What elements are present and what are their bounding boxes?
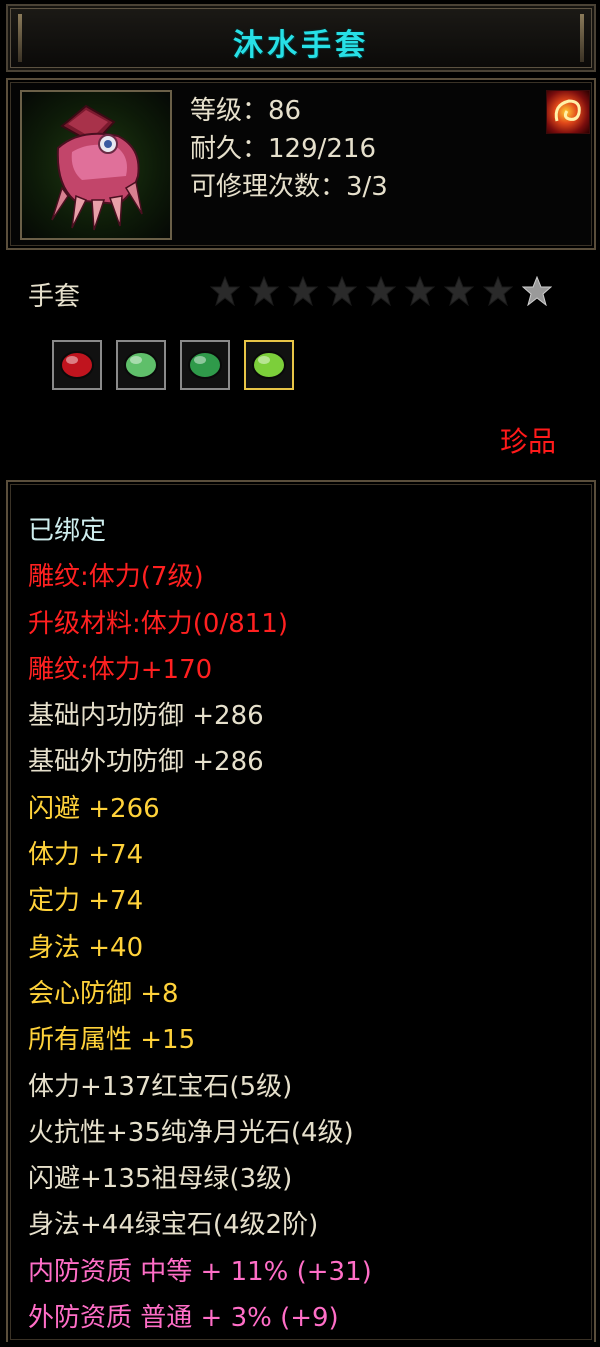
- attribute-line: 体力+137红宝石(5级): [28, 1071, 293, 1102]
- title-bar: 沐水手套: [6, 4, 596, 72]
- fire-swirl-icon: [546, 90, 590, 134]
- attribute-line: 外防资质 普通 + 3% (+9): [28, 1303, 339, 1334]
- attribute-line: 升级材料:体力(0/811): [28, 608, 288, 639]
- star-empty-icon: [327, 276, 357, 306]
- attribute-line: 身法 +40: [28, 932, 144, 963]
- attribute-line: 基础内功防御 +286: [28, 701, 264, 732]
- item-durability: 耐久：129/216: [190, 134, 377, 164]
- item-level: 等级：86: [190, 96, 302, 126]
- attribute-list: 已绑定雕纹:体力(7级) 升级材料:体力(0/811) 雕纹:体力+170 基础内功防…: [28, 508, 372, 1341]
- attribute-line: 已绑定: [28, 516, 107, 546]
- star-filled-icon: [522, 276, 552, 306]
- attribute-line: 雕纹:体力+170: [28, 654, 213, 685]
- attribute-line: 定力 +74: [28, 886, 144, 917]
- attribute-line: 所有属性 +15: [28, 1025, 196, 1056]
- star-empty-icon: [405, 276, 435, 306]
- attribute-line: 闪避 +266: [28, 793, 160, 824]
- star-empty-icon: [444, 276, 474, 306]
- item-name: 沐水手套: [233, 28, 369, 63]
- star-empty-icon: [288, 276, 318, 306]
- item-rarity: 珍品: [500, 425, 557, 458]
- attribute-line: 闪避+135祖母绿(3级): [28, 1164, 293, 1195]
- attribute-line: 内防资质 中等 + 11% (+31): [28, 1256, 372, 1287]
- green-crescent-gem-icon[interactable]: [116, 340, 166, 390]
- star-empty-icon: [366, 276, 396, 306]
- item-repairs: 可修理次数：3/3: [190, 172, 388, 202]
- item-header: 等级：86 耐久：129/216 可修理次数：3/3: [6, 78, 596, 250]
- item-slot-type: 手套: [28, 282, 81, 312]
- green-emerald-gem-icon[interactable]: [244, 340, 294, 390]
- green-jade-ring-gem-icon[interactable]: [180, 340, 230, 390]
- attribute-line: 身法+44绿宝石(4级2阶): [28, 1210, 319, 1241]
- attribute-line: 雕纹:体力(7级): [28, 562, 204, 593]
- attribute-line: 基础外功防御 +286: [28, 747, 264, 778]
- item-stats: 等级：86 耐久：129/216 可修理次数：3/3: [190, 92, 388, 206]
- attribute-line: 体力 +74: [28, 840, 144, 871]
- star-empty-icon: [210, 276, 240, 306]
- item-tooltip: 沐水手套 等级：86 耐久：129/216 可修理次数：3/3 手套 珍品 已绑…: [0, 0, 600, 1347]
- item-icon-frame: [20, 90, 172, 240]
- star-empty-icon: [483, 276, 513, 306]
- star-empty-icon: [249, 276, 279, 306]
- attribute-line: 火抗性+35纯净月光石(4级): [28, 1117, 354, 1148]
- red-gauntlet-icon: [51, 104, 143, 231]
- attribute-line: 会心防御 +8: [28, 978, 179, 1009]
- red-ruby-gem-icon[interactable]: [52, 340, 102, 390]
